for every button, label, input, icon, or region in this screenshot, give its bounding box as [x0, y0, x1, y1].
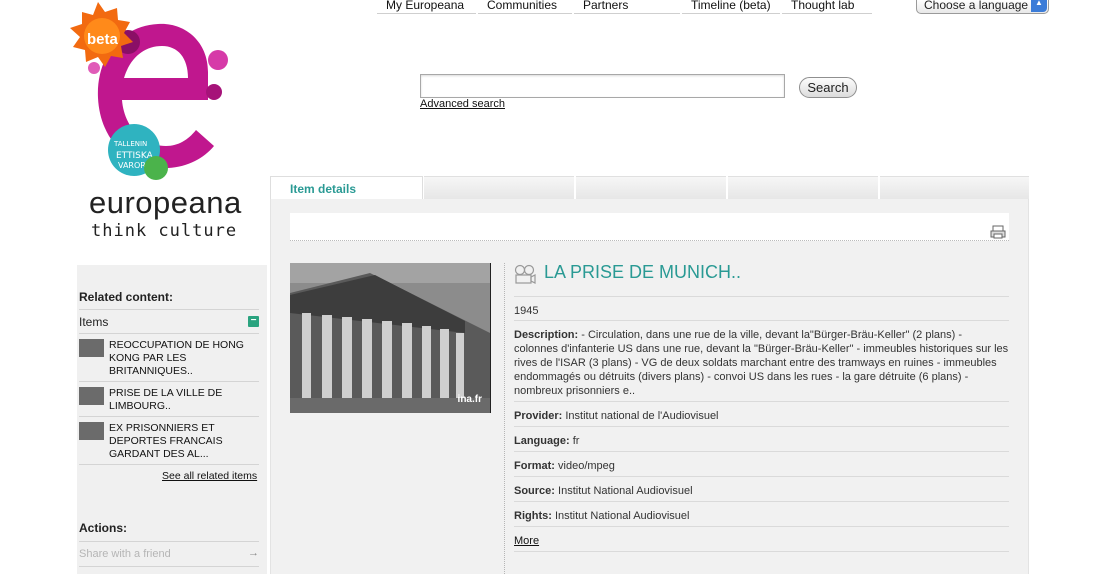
more-row: More: [514, 526, 1009, 552]
divider: [79, 566, 259, 567]
related-item[interactable]: EX PRISONNIERS ET DEPORTES FRANCAIS GARD…: [79, 422, 259, 461]
related-item-title[interactable]: REOCCUPATION DE HONG KONG PAR LES BRITAN…: [109, 339, 259, 378]
field-language: Language: fr: [514, 426, 1009, 448]
tab-blank-2[interactable]: [424, 176, 574, 200]
provider-label: Provider:: [514, 410, 563, 422]
items-label: Items: [79, 315, 109, 329]
see-all-related-link[interactable]: See all related items: [162, 470, 257, 482]
actions-heading: Actions:: [79, 521, 127, 535]
svg-text:TALLENIN: TALLENIN: [113, 140, 147, 148]
item-year: 1945: [514, 296, 1009, 318]
format-label: Format:: [514, 460, 555, 472]
tab-item-details[interactable]: Item details: [270, 176, 423, 200]
divider: [79, 464, 259, 465]
divider: [79, 309, 259, 310]
nav-partners[interactable]: Partners: [574, 0, 680, 14]
description-label: Description:: [514, 329, 579, 341]
arrow-right-icon: →: [248, 547, 259, 559]
language-select[interactable]: Choose a language ▲: [916, 0, 1049, 14]
source-label: Source:: [514, 485, 555, 497]
tab-blank-3[interactable]: [576, 176, 726, 200]
item-description: Description: - Circulation, dans une rue…: [514, 320, 1009, 398]
nav-my-europeana[interactable]: My Europeana: [377, 0, 476, 14]
language-label: Language:: [514, 435, 570, 447]
field-format: Format: video/mpeg: [514, 451, 1009, 473]
beta-badge-text: beta: [87, 31, 119, 48]
field-rights: Rights: Institut National Audiovisuel: [514, 501, 1009, 523]
related-content-heading: Related content:: [79, 290, 174, 304]
nav-thought-lab[interactable]: Thought lab: [782, 0, 872, 14]
print-icon[interactable]: [990, 224, 1006, 240]
item-title: LA PRISE DE MUNICH..: [544, 262, 742, 282]
related-item[interactable]: PRISE DE LA VILLE DE LIMBOURG..: [79, 387, 259, 413]
details-divider: [504, 263, 505, 574]
language-value: fr: [572, 435, 580, 447]
source-value: Institut National Audiovisuel: [558, 485, 693, 497]
item-toolbar: [290, 213, 1009, 241]
divider: [79, 416, 259, 417]
rights-label: Rights:: [514, 510, 552, 522]
related-item-title[interactable]: PRISE DE LA VILLE DE LIMBOURG..: [109, 387, 259, 413]
search-button[interactable]: Search: [799, 77, 857, 98]
year-value: 1945: [514, 305, 539, 317]
related-item-thumbnail[interactable]: [79, 422, 104, 440]
divider: [79, 333, 259, 334]
divider: [79, 381, 259, 382]
svg-text:VAROR: VAROR: [118, 161, 146, 170]
advanced-search-link[interactable]: Advanced search: [420, 98, 505, 110]
chevron-updown-icon: ▲: [1031, 0, 1047, 12]
related-item-title[interactable]: EX PRISONNIERS ET DEPORTES FRANCAIS GARD…: [109, 422, 259, 461]
language-select-value: Choose a language: [924, 0, 1029, 12]
top-navigation: My Europeana Communities Partners Timeli…: [377, 0, 874, 14]
search-input[interactable]: [420, 74, 785, 98]
item-thumbnail[interactable]: ina.fr: [290, 263, 491, 413]
field-provider: Provider: Institut national de l'Audiovi…: [514, 401, 1009, 423]
related-item-thumbnail[interactable]: [79, 339, 104, 357]
divider: [79, 541, 259, 542]
provider-value: Institut national de l'Audiovisuel: [565, 410, 719, 422]
related-item[interactable]: REOCCUPATION DE HONG KONG PAR LES BRITAN…: [79, 339, 259, 378]
thumbnail-credit: ina.fr: [457, 394, 482, 405]
nav-communities[interactable]: Communities: [478, 0, 572, 14]
rights-value: Institut National Audiovisuel: [554, 510, 690, 522]
brand-tagline: think culture: [91, 221, 238, 241]
share-with-friend-link[interactable]: Share with a friend: [79, 548, 171, 560]
ruined-building-image: [290, 263, 490, 413]
related-item-thumbnail[interactable]: [79, 387, 104, 405]
more-link[interactable]: More: [514, 535, 539, 547]
brand-name: europeana: [89, 185, 242, 220]
tab-blank-5[interactable]: [880, 176, 1029, 200]
collapse-minus-icon[interactable]: −: [248, 316, 259, 327]
tab-blank-4[interactable]: [728, 176, 878, 200]
nav-timeline[interactable]: Timeline (beta): [682, 0, 780, 14]
format-value: video/mpeg: [558, 460, 615, 472]
field-source: Source: Institut National Audiovisuel: [514, 476, 1009, 498]
video-camera-icon: [514, 264, 536, 284]
description-value: - Circulation, dans une rue de la ville,…: [514, 329, 1009, 397]
